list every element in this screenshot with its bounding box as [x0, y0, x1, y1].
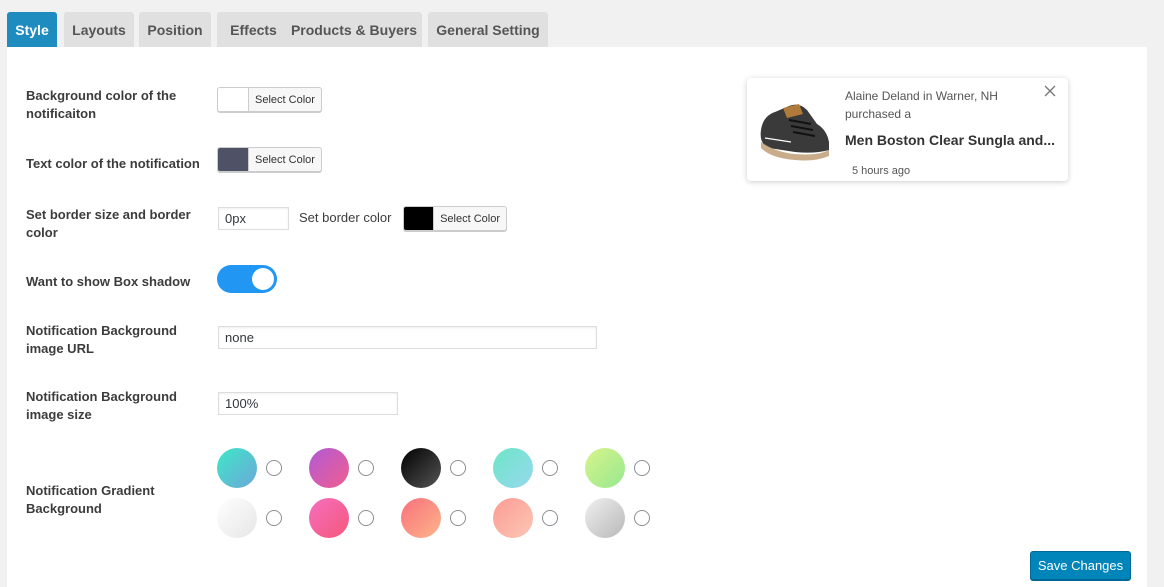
gradient-swatch-1 — [217, 448, 257, 488]
border-color-picker[interactable]: Select Color — [403, 206, 507, 231]
border-color-swatch — [404, 207, 435, 230]
save-changes-button[interactable]: Save Changes — [1030, 551, 1131, 580]
gradient-swatch-8 — [401, 498, 441, 538]
gradient-label: Notification Gradient Background — [26, 483, 155, 516]
gradient-radio-1[interactable] — [266, 460, 282, 476]
bg-color-swatch — [218, 88, 249, 111]
gradient-swatch-4 — [493, 448, 533, 488]
box-shadow-toggle[interactable] — [217, 265, 277, 293]
gradient-swatch-7 — [309, 498, 349, 538]
bg-color-picker[interactable]: Select Color — [217, 87, 322, 112]
toggle-knob — [252, 268, 274, 290]
gradient-swatch-2 — [309, 448, 349, 488]
bg-color-select-label: Select Color — [255, 93, 315, 106]
buyer-info: Alaine Deland in Warner, NH purchased a — [845, 89, 998, 121]
tab-products-buyers[interactable]: Products & Buyers — [286, 12, 422, 47]
border-label: Set border size and border color — [26, 207, 191, 240]
gradient-radio-7[interactable] — [358, 510, 374, 526]
border-color-select-label: Select Color — [440, 212, 500, 225]
notification-preview: Alaine Deland in Warner, NH purchased a … — [747, 78, 1068, 181]
gradient-swatch-3 — [401, 448, 441, 488]
gradient-radio-10[interactable] — [634, 510, 650, 526]
shoe-product-image — [760, 104, 829, 161]
text-color-swatch — [218, 148, 249, 171]
close-icon[interactable] — [1043, 84, 1057, 98]
bg-image-size-label: Notification Background image size — [26, 389, 177, 422]
box-shadow-label: Want to show Box shadow — [26, 274, 191, 289]
bg-image-url-input[interactable] — [218, 326, 597, 349]
text-color-label: Text color of the notification — [26, 156, 200, 171]
gradient-radio-2[interactable] — [358, 460, 374, 476]
tab-layouts[interactable]: Layouts — [64, 12, 134, 47]
border-size-input[interactable] — [218, 207, 289, 230]
style-settings-panel: Background color of the notificaiton Sel… — [7, 47, 1147, 587]
bg-image-url-label: Notification Background image URL — [26, 323, 177, 356]
purchase-time: 5 hours ago — [852, 165, 911, 177]
tab-general-setting[interactable]: General Setting — [428, 12, 548, 47]
text-color-picker[interactable]: Select Color — [217, 147, 322, 172]
tab-style[interactable]: Style — [7, 12, 57, 47]
bg-image-size-input[interactable] — [218, 392, 398, 415]
text-color-select-label: Select Color — [255, 153, 315, 166]
gradient-radio-9[interactable] — [542, 510, 558, 526]
gradient-radio-8[interactable] — [450, 510, 466, 526]
gradient-radio-5[interactable] — [634, 460, 650, 476]
border-color-label: Set border color — [299, 210, 392, 225]
gradient-swatch-9 — [493, 498, 533, 538]
gradient-swatch-6 — [217, 498, 257, 538]
gradient-radio-4[interactable] — [542, 460, 558, 476]
tab-effects[interactable]: Effects — [217, 12, 290, 47]
bg-color-label: Background color of the notificaiton — [26, 88, 177, 121]
gradient-radio-3[interactable] — [450, 460, 466, 476]
product-name: Men Boston Clear Sungla and... — [845, 132, 1056, 148]
gradient-swatch-10 — [585, 498, 625, 538]
gradient-swatch-5 — [585, 448, 625, 488]
tab-position[interactable]: Position — [139, 12, 211, 47]
gradient-radio-6[interactable] — [266, 510, 282, 526]
